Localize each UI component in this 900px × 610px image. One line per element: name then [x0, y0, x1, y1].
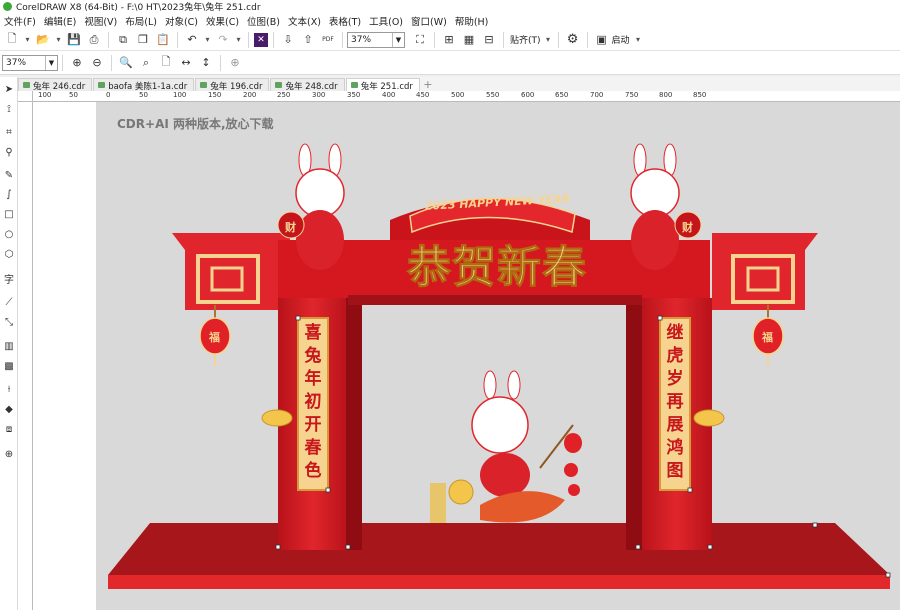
headline-text: 恭贺新春: [407, 242, 587, 294]
artwork[interactable]: [0, 0, 900, 610]
right-lantern-label: 福: [762, 331, 773, 344]
left-coin-label: 财: [285, 221, 296, 234]
left-side-panel: [172, 233, 290, 310]
gold-ingot-icon: [693, 409, 725, 427]
right-couplet-text: 继虎岁再展鸿图: [666, 323, 684, 481]
stage-floor: [108, 523, 890, 589]
center-rabbit-with-carp: [430, 370, 582, 523]
gold-ingot-icon: [261, 409, 293, 427]
left-couplet-text: 喜兔年初开春色: [304, 323, 322, 481]
right-coin-label: 财: [682, 221, 693, 234]
door-lintel: [348, 295, 642, 305]
right-side-panel: [712, 233, 818, 310]
left-lantern-label: 福: [209, 331, 220, 344]
watermark-text: CDR+AI 两种版本,放心下载: [117, 117, 274, 131]
